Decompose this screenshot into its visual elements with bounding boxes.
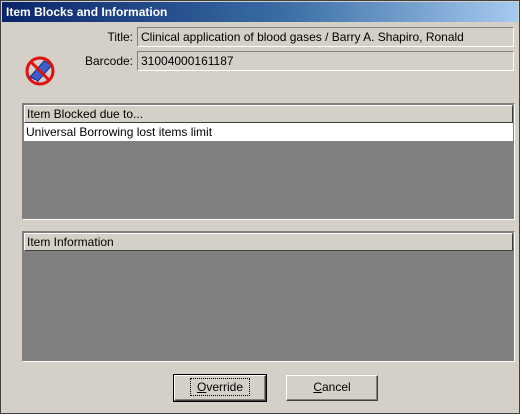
cancel-button[interactable]: Cancel xyxy=(286,375,378,401)
dialog-window: Item Blocks and Information Title: Clini… xyxy=(0,0,520,414)
cancel-label-rest: ancel xyxy=(321,380,351,394)
blocked-book-icon xyxy=(22,51,58,87)
cancel-label: Cancel xyxy=(313,380,350,394)
item-information-panel[interactable]: Item Information xyxy=(22,231,515,362)
blocked-reasons-header: Item Blocked due to... xyxy=(24,105,513,123)
barcode-field: 31004000161187 xyxy=(137,51,514,71)
item-information-header: Item Information xyxy=(24,233,513,251)
override-label: Override xyxy=(189,378,251,396)
override-button[interactable]: Override xyxy=(173,374,267,402)
cancel-mnemonic: C xyxy=(313,380,322,394)
override-mnemonic: O xyxy=(196,380,207,394)
blocked-reasons-panel[interactable]: Item Blocked due to... Universal Borrowi… xyxy=(22,103,515,220)
barcode-label: Barcode: xyxy=(84,54,133,68)
list-item[interactable]: Universal Borrowing lost items limit xyxy=(24,123,513,141)
title-field: Clinical application of blood gases / Ba… xyxy=(137,27,514,47)
window-title: Item Blocks and Information xyxy=(2,2,518,22)
override-label-rest: verride xyxy=(206,380,244,394)
title-label: Title: xyxy=(107,30,133,44)
